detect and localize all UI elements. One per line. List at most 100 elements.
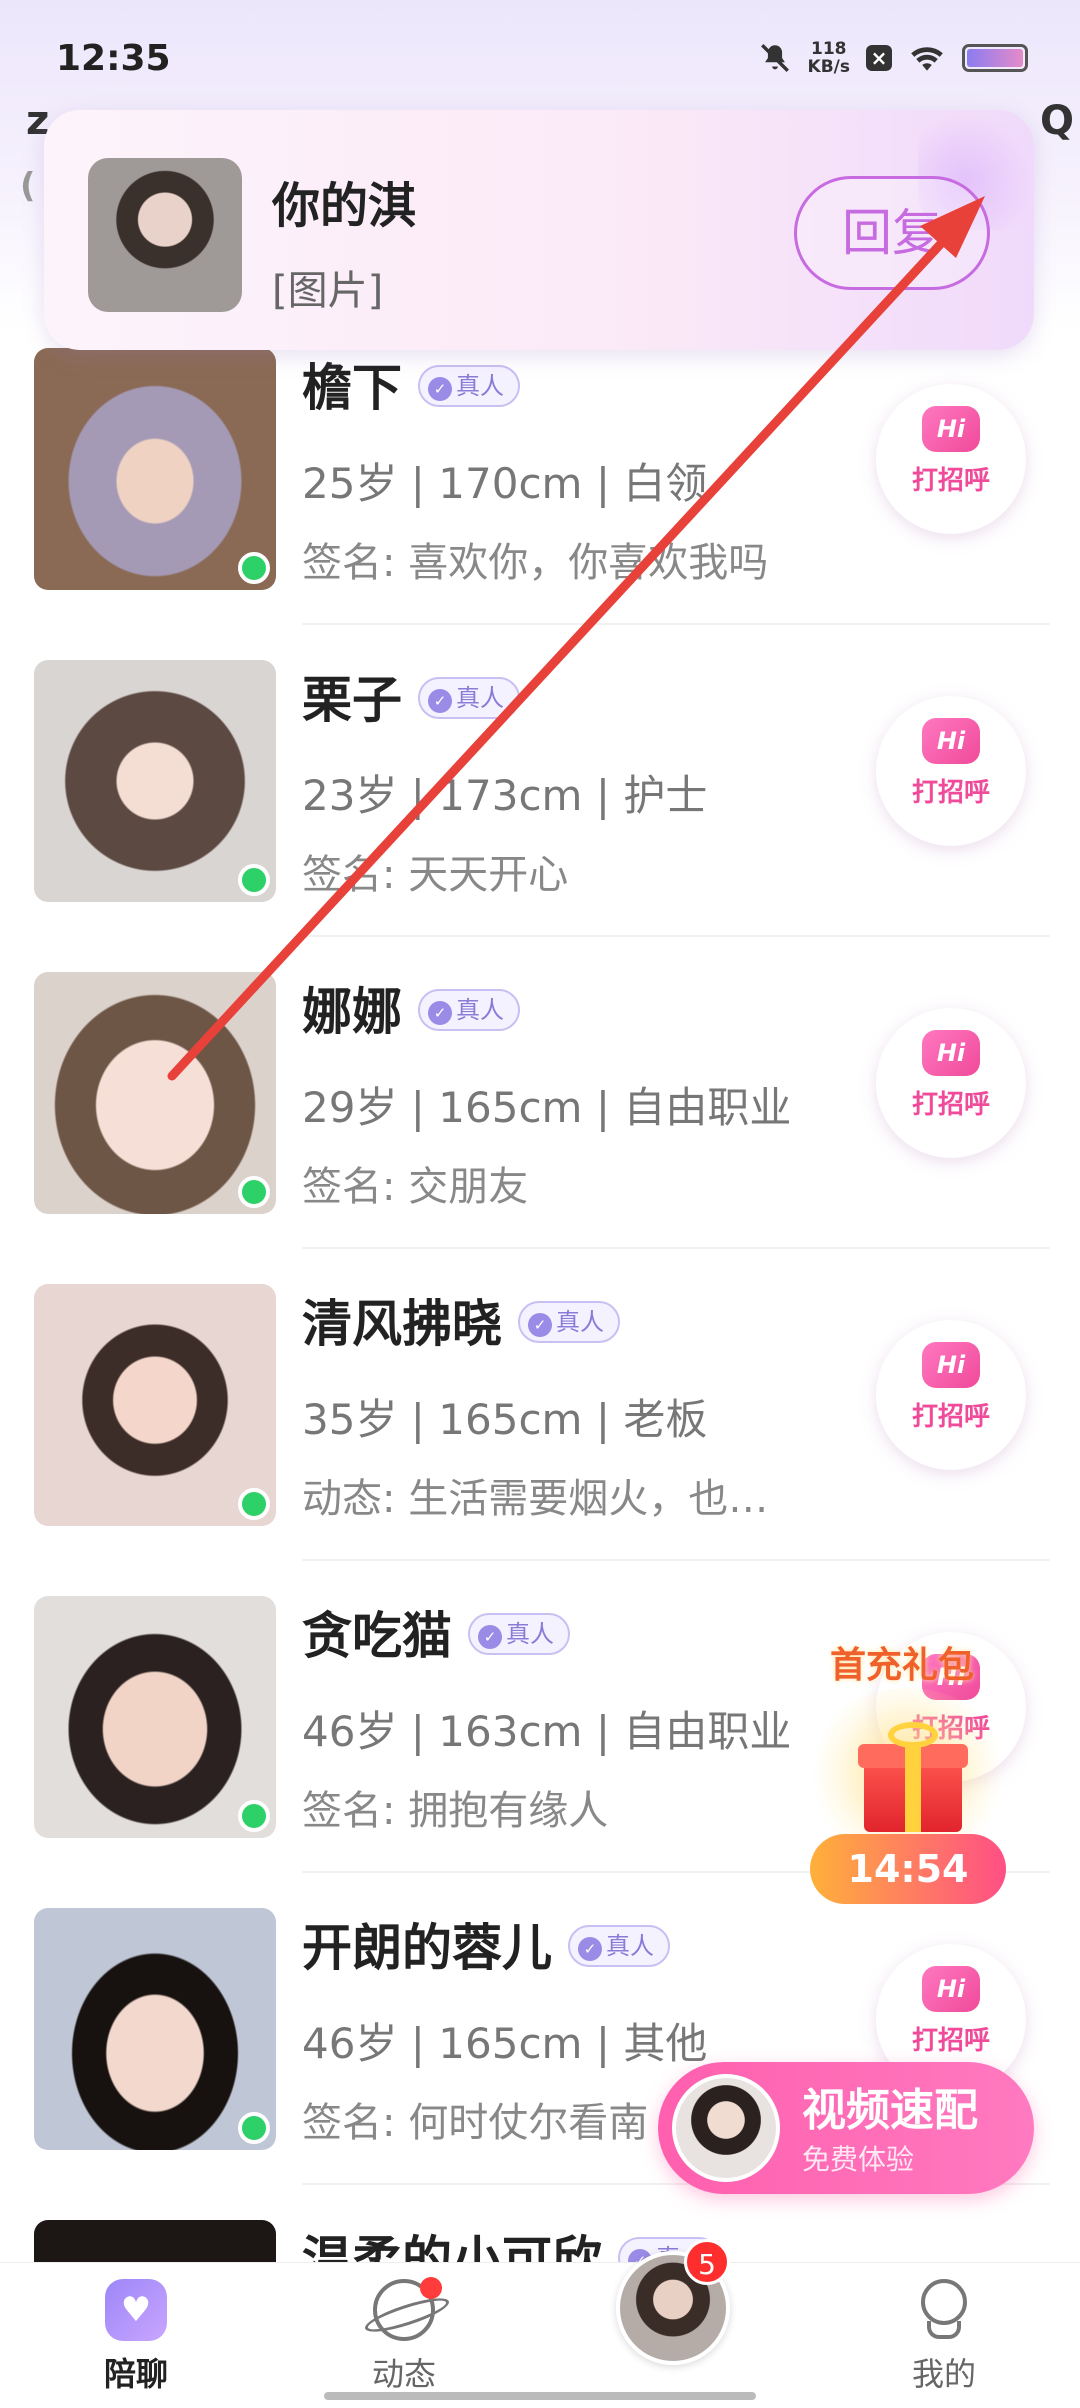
- user-avatar[interactable]: [34, 660, 276, 902]
- net-speed: 118 KB/s: [808, 40, 850, 76]
- hi-bubble-icon: Hi: [922, 1966, 980, 2012]
- mute-icon: [760, 44, 789, 72]
- verified-badge-label: 真人: [456, 371, 504, 400]
- video-match-button[interactable]: 视频速配 免费体验: [658, 2062, 1034, 2194]
- user-signature: 签名: 何时仗尔看南: [302, 2100, 649, 2146]
- hi-bubble-icon: Hi: [922, 1030, 980, 1076]
- say-hi-label: 打招呼: [911, 1090, 990, 1120]
- user-row[interactable]: 清风拂晓 ✓ 真人 35岁 | 165cm | 老板 动态: 生活需要烟火，也… H…: [0, 1266, 1080, 1578]
- user-name: 开朗的蓉儿: [302, 1919, 552, 1977]
- nav-item-moments[interactable]: 动态: [334, 2277, 474, 2395]
- say-hi-button[interactable]: Hi 打招呼: [876, 1320, 1026, 1470]
- online-status-dot: [238, 2112, 270, 2144]
- verified-badge-label: 真人: [556, 1307, 604, 1336]
- verified-badge: ✓真人: [468, 1612, 570, 1655]
- user-name: 栗子: [302, 671, 402, 729]
- say-hi-label: 打招呼: [911, 778, 990, 808]
- user-name-line: 贪吃猫 ✓ 真人: [302, 1596, 570, 1668]
- video-match-subtitle: 免费体验: [802, 2143, 915, 2176]
- message-notification-banner[interactable]: 你的淇 [图片] 回复: [44, 110, 1034, 350]
- net-speed-unit: KB/s: [807, 57, 850, 77]
- notification-sender-avatar: [88, 158, 242, 312]
- person-icon: [913, 2279, 975, 2341]
- nav-label-me: 我的: [911, 2355, 976, 2393]
- user-row[interactable]: 栗子 ✓ 真人 23岁 | 173cm | 护士 签名: 天天开心 Hi 打招呼: [0, 642, 1080, 954]
- online-status-dot: [238, 1800, 270, 1832]
- verified-icon: ✓: [528, 1312, 552, 1337]
- nav-item-chat[interactable]: ♥ 陪聊: [66, 2279, 206, 2395]
- battery-level: [967, 49, 1023, 67]
- user-post-preview: 动态: 生活需要烟火，也…: [302, 1476, 769, 1522]
- video-match-avatar: [672, 2074, 780, 2182]
- home-indicator: [324, 2392, 756, 2400]
- person-icon-head: [921, 2279, 967, 2325]
- verified-icon: ✓: [428, 376, 452, 401]
- user-signature: 签名: 天天开心: [302, 852, 569, 898]
- online-status-dot: [238, 864, 270, 896]
- verified-badge: ✓真人: [518, 1300, 620, 1343]
- user-name-line: 栗子 ✓ 真人: [302, 660, 520, 732]
- user-row[interactable]: 檐下 ✓ 真人 25岁 | 170cm | 白领 签名: 喜欢你，你喜欢我吗 Hi …: [0, 330, 1080, 642]
- verified-badge: ✓真人: [418, 364, 520, 407]
- user-info: 46岁 | 163cm | 自由职业: [302, 1707, 792, 1756]
- row-divider: [302, 1559, 1050, 1561]
- gift-box-ribbon: [905, 1744, 921, 1832]
- online-status-dot: [238, 1488, 270, 1520]
- battery-icon: [962, 44, 1028, 72]
- heart-chat-icon: ♥: [105, 2279, 167, 2341]
- user-avatar[interactable]: [34, 972, 276, 1214]
- user-name: 娜娜: [302, 983, 402, 1041]
- verified-badge-label: 真人: [506, 1619, 554, 1648]
- nav-label-moments: 动态: [371, 2355, 436, 2393]
- user-name: 贪吃猫: [302, 1607, 452, 1665]
- verified-badge: ✓真人: [418, 988, 520, 1031]
- verified-icon: ✓: [478, 1624, 502, 1649]
- nav-item-me[interactable]: 我的: [874, 2279, 1014, 2395]
- verified-icon: ✓: [578, 1936, 602, 1961]
- hi-bubble-icon: Hi: [922, 718, 980, 764]
- online-status-dot: [238, 1176, 270, 1208]
- row-divider: [302, 623, 1050, 625]
- status-icons: 118 KB/s ×: [758, 40, 1028, 76]
- status-time: 12:35: [56, 38, 171, 79]
- user-avatar[interactable]: [34, 1908, 276, 2150]
- user-info: 23岁 | 173cm | 护士: [302, 771, 708, 820]
- online-status-dot: [238, 552, 270, 584]
- say-hi-button[interactable]: Hi 打招呼: [876, 696, 1026, 846]
- user-avatar[interactable]: [34, 348, 276, 590]
- verified-icon: ✓: [428, 688, 452, 713]
- user-row[interactable]: 娜娜 ✓ 真人 29岁 | 165cm | 自由职业 签名: 交朋友 Hi 打招呼: [0, 954, 1080, 1266]
- wifi-icon: [911, 47, 943, 71]
- verified-icon: ✓: [428, 1000, 452, 1025]
- user-signature: 签名: 交朋友: [302, 1164, 529, 1210]
- first-recharge-gift-float[interactable]: 首充礼包 14:54: [806, 1628, 1010, 1910]
- row-divider: [302, 935, 1050, 937]
- header-partial-glyph-right: Q: [1040, 98, 1075, 144]
- verified-badge: ✓真人: [568, 1924, 670, 1967]
- user-name-line: 娜娜 ✓ 真人: [302, 972, 520, 1044]
- user-name-line: 开朗的蓉儿 ✓ 真人: [302, 1908, 670, 1980]
- video-match-title: 视频速配: [802, 2085, 978, 2136]
- status-bar: 12:35 118 KB/s ×: [0, 0, 1080, 120]
- verified-badge: ✓真人: [418, 676, 520, 719]
- net-speed-value: 118: [811, 39, 847, 59]
- gift-box-bow: [888, 1722, 938, 1748]
- message-count-badge: 5: [684, 2239, 730, 2285]
- user-avatar[interactable]: [34, 1284, 276, 1526]
- user-name-line: 清风拂晓 ✓ 真人: [302, 1284, 620, 1356]
- bottom-nav: ♥ 陪聊 动态 5 我的: [0, 2239, 1080, 2408]
- user-name-line: 檐下 ✓ 真人: [302, 348, 520, 420]
- say-hi-button[interactable]: Hi 打招呼: [876, 384, 1026, 534]
- user-name: 清风拂晓: [302, 1295, 502, 1353]
- gift-countdown: 14:54: [810, 1834, 1006, 1904]
- user-signature: 签名: 拥抱有缘人: [302, 1788, 609, 1834]
- user-avatar[interactable]: [34, 1596, 276, 1838]
- verified-badge-label: 真人: [606, 1931, 654, 1960]
- user-signature: 签名: 喜欢你，你喜欢我吗: [302, 540, 769, 586]
- say-hi-label: 打招呼: [911, 466, 990, 496]
- user-info: 29岁 | 165cm | 自由职业: [302, 1083, 792, 1132]
- row-divider: [302, 1247, 1050, 1249]
- reply-button[interactable]: 回复: [794, 176, 990, 290]
- nav-label-chat: 陪聊: [103, 2355, 168, 2393]
- say-hi-button[interactable]: Hi 打招呼: [876, 1008, 1026, 1158]
